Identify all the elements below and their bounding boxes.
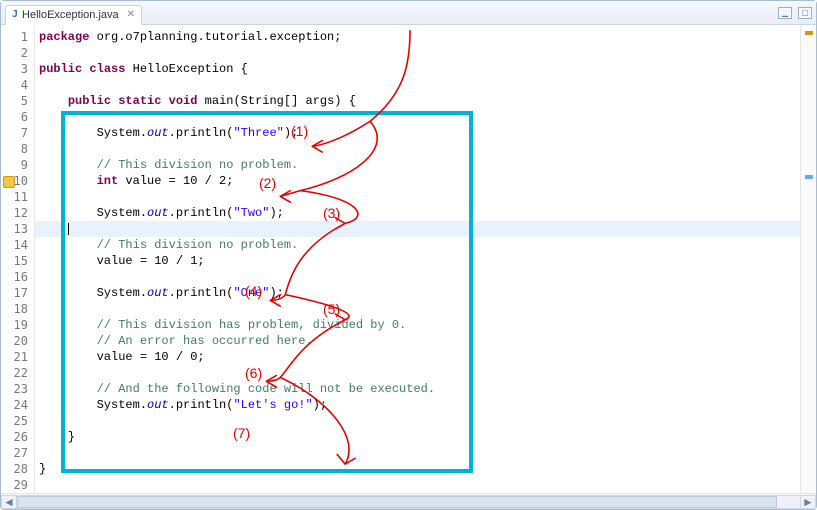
line-number: 19 bbox=[1, 317, 34, 333]
editor-body: 1234567891011121314151617181920212223242… bbox=[1, 25, 816, 493]
scroll-left-icon[interactable]: ◄ bbox=[1, 495, 17, 509]
window-buttons: ▁ ▢ bbox=[778, 7, 812, 19]
code-line[interactable]: System.out.println("Let's go!"); bbox=[35, 397, 816, 413]
code-line[interactable] bbox=[35, 365, 816, 381]
line-number: 8 bbox=[1, 141, 34, 157]
code-line[interactable]: System.out.println("One"); bbox=[35, 285, 816, 301]
line-number: 14 bbox=[1, 237, 34, 253]
line-number-gutter: 1234567891011121314151617181920212223242… bbox=[1, 25, 35, 493]
code-line[interactable]: value = 10 / 1; bbox=[35, 253, 816, 269]
java-file-icon: J bbox=[12, 9, 18, 20]
code-line[interactable]: // This division no problem. bbox=[35, 157, 816, 173]
code-line[interactable]: int value = 10 / 2; bbox=[35, 173, 816, 189]
code-line[interactable] bbox=[35, 221, 816, 237]
code-line[interactable] bbox=[35, 413, 816, 429]
code-line[interactable] bbox=[35, 301, 816, 317]
maximize-button[interactable]: ▢ bbox=[798, 7, 812, 19]
code-line[interactable] bbox=[35, 141, 816, 157]
line-number: 29 bbox=[1, 477, 34, 493]
line-number: 24 bbox=[1, 397, 34, 413]
code-line[interactable] bbox=[35, 189, 816, 205]
scroll-right-icon[interactable]: ► bbox=[800, 495, 816, 509]
code-line[interactable]: // And the following code will not be ex… bbox=[35, 381, 816, 397]
line-number: 16 bbox=[1, 269, 34, 285]
code-line[interactable] bbox=[35, 77, 816, 93]
line-number: 12 bbox=[1, 205, 34, 221]
line-number: 1 bbox=[1, 29, 34, 45]
line-number: 23 bbox=[1, 381, 34, 397]
code-line[interactable]: } bbox=[35, 429, 816, 445]
file-tab-label: HelloException.java bbox=[22, 9, 119, 21]
line-number: 3 bbox=[1, 61, 34, 77]
line-number: 26 bbox=[1, 429, 34, 445]
line-number: 17 bbox=[1, 285, 34, 301]
line-number: 15 bbox=[1, 253, 34, 269]
code-line[interactable]: } bbox=[35, 461, 816, 477]
code-line[interactable] bbox=[35, 477, 816, 493]
line-number: 21 bbox=[1, 349, 34, 365]
code-line[interactable]: // An error has occurred here. bbox=[35, 333, 816, 349]
line-number: 4 bbox=[1, 77, 34, 93]
line-number: 5 bbox=[1, 93, 34, 109]
line-number: 6 bbox=[1, 109, 34, 125]
file-tab[interactable]: J HelloException.java ✕ bbox=[5, 5, 142, 25]
line-number: 13 bbox=[1, 221, 34, 237]
close-icon[interactable]: ✕ bbox=[127, 9, 135, 20]
line-number: 11 bbox=[1, 189, 34, 205]
code-line[interactable] bbox=[35, 109, 816, 125]
code-line[interactable]: // This division has problem, divided by… bbox=[35, 317, 816, 333]
code-line[interactable]: // This division no problem. bbox=[35, 237, 816, 253]
titlebar: J HelloException.java ✕ ▁ ▢ bbox=[1, 1, 816, 25]
code-line[interactable] bbox=[35, 45, 816, 61]
line-number: 25 bbox=[1, 413, 34, 429]
line-number: 28 bbox=[1, 461, 34, 477]
horizontal-scrollbar[interactable]: ◄ ► bbox=[1, 493, 816, 509]
line-number: 27 bbox=[1, 445, 34, 461]
code-line[interactable]: System.out.println("Three"); bbox=[35, 125, 816, 141]
code-line[interactable]: public static void main(String[] args) { bbox=[35, 93, 816, 109]
editor-window: J HelloException.java ✕ ▁ ▢ 123456789101… bbox=[0, 0, 817, 510]
line-number: 20 bbox=[1, 333, 34, 349]
code-line[interactable] bbox=[35, 445, 816, 461]
code-line[interactable]: public class HelloException { bbox=[35, 61, 816, 77]
code-line[interactable]: System.out.println("Two"); bbox=[35, 205, 816, 221]
line-number: 7 bbox=[1, 125, 34, 141]
code-area[interactable]: package org.o7planning.tutorial.exceptio… bbox=[35, 25, 816, 493]
line-number: 9 bbox=[1, 157, 34, 173]
code-line[interactable] bbox=[35, 269, 816, 285]
line-number: 2 bbox=[1, 45, 34, 61]
scroll-thumb[interactable] bbox=[17, 496, 777, 508]
minimize-button[interactable]: ▁ bbox=[778, 7, 792, 19]
scroll-track[interactable] bbox=[17, 495, 800, 509]
overview-ruler[interactable] bbox=[800, 25, 816, 493]
line-number: 22 bbox=[1, 365, 34, 381]
code-line[interactable]: value = 10 / 0; bbox=[35, 349, 816, 365]
line-number: 18 bbox=[1, 301, 34, 317]
code-line[interactable]: package org.o7planning.tutorial.exceptio… bbox=[35, 29, 816, 45]
line-number: 10 bbox=[1, 173, 34, 189]
